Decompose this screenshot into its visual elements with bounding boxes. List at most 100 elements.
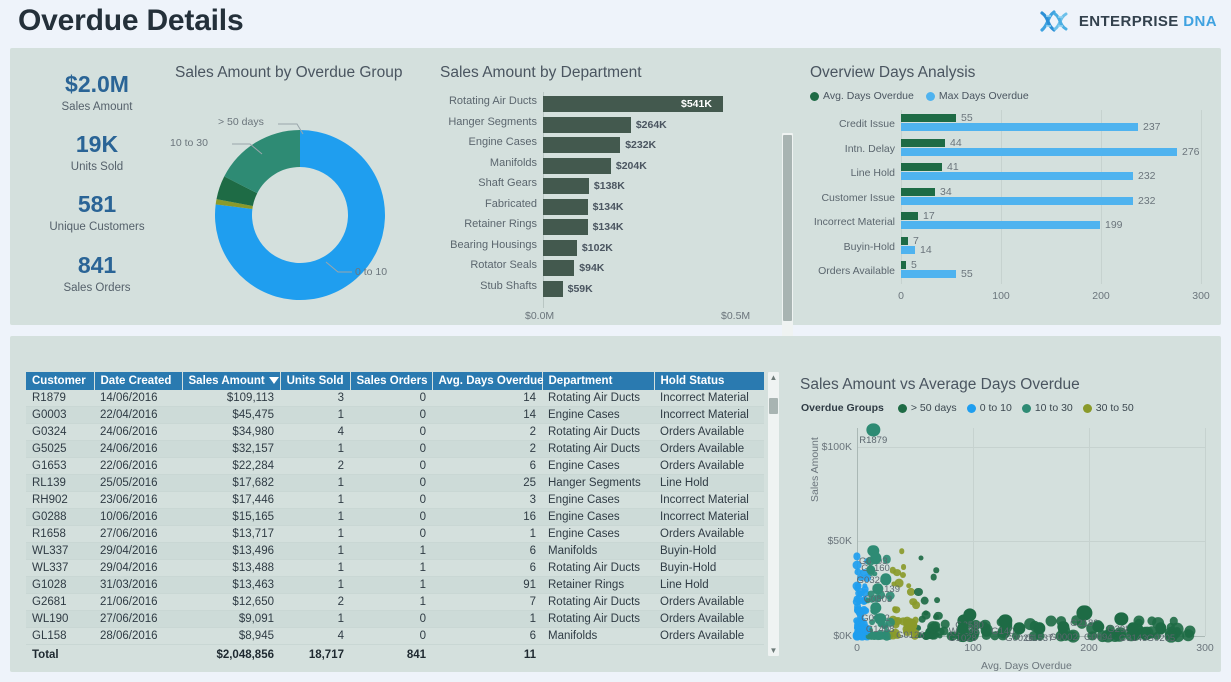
scatter-point[interactable] [866, 565, 876, 575]
legend-item-10-to-30[interactable]: 10 to 30 [1021, 402, 1073, 414]
table-scrollbar[interactable]: ▲ ▼ [768, 372, 779, 656]
scatter-point[interactable] [914, 588, 923, 597]
table-row[interactable]: R1879 14/06/2016 $109,113 3 0 14 Rotating Air … [26, 390, 764, 407]
scatter-point[interactable] [934, 596, 941, 603]
department-bar-row[interactable]: Stub Shafts $59K [480, 280, 723, 297]
donut-svg[interactable] [205, 120, 395, 310]
table-row[interactable]: WL190 27/06/2016 $9,091 1 0 1 Rotating Air Duc… [26, 610, 764, 628]
department-bar[interactable] [543, 116, 631, 133]
column-header-customer[interactable]: Customer [26, 372, 95, 390]
legend-item-30-to-50[interactable]: 30 to 50 [1082, 402, 1134, 414]
scatter-point[interactable] [1013, 622, 1026, 635]
table-row[interactable]: G0288 10/06/2016 $15,165 1 0 16 Engine Cases In… [26, 508, 764, 526]
table-row[interactable]: G5025 24/06/2016 $32,157 1 0 2 Rotating Air Du… [26, 440, 764, 458]
kpi-card-units-sold[interactable]: 19K Units Sold [22, 131, 172, 173]
scatter-point[interactable] [899, 548, 905, 555]
scatter-point[interactable] [930, 621, 941, 631]
table-row[interactable]: RL139 25/05/2016 $17,682 1 0 25 Hanger Segment… [26, 474, 764, 492]
column-header-sales-orders[interactable]: Sales Orders [350, 372, 433, 390]
scatter-point[interactable] [853, 595, 861, 603]
chart-legend[interactable]: Avg. Days Overdue Max Days Overdue [810, 90, 1029, 102]
scatter-point[interactable] [932, 613, 939, 620]
scroll-down-icon[interactable]: ▼ [768, 645, 779, 656]
legend-item-0-to-10[interactable]: 0 to 10 [966, 402, 1012, 414]
table-row[interactable]: G0003 22/04/2016 $45,475 1 0 14 Engine Cases In… [26, 406, 764, 424]
column-header-sales-amount[interactable]: Sales Amount [182, 372, 281, 390]
scatter-point[interactable] [880, 573, 892, 585]
table-row[interactable]: WL337 29/04/2016 $13,488 1 1 6 Rotating Air Du… [26, 559, 764, 577]
scrollbar-thumb[interactable] [769, 398, 778, 414]
bar-chart-overview-days-analysis[interactable]: Overview Days Analysis Avg. Days Overdue… [805, 58, 1225, 320]
avg-days-bar[interactable] [901, 114, 956, 122]
scatter-point[interactable] [933, 567, 939, 574]
scatter-point[interactable] [930, 573, 937, 581]
scroll-up-icon[interactable]: ▲ [768, 372, 779, 383]
department-bar-row[interactable]: Manifolds $204K [490, 157, 723, 174]
department-bar-row[interactable]: Fabricated $134K [485, 198, 723, 215]
legend-item-max-days-overdue[interactable]: Max Days Overdue [925, 90, 1029, 102]
column-header-department[interactable]: Department [542, 372, 655, 390]
avg-days-bar[interactable] [901, 163, 942, 171]
scatter-point[interactable] [900, 563, 907, 570]
scatter-point[interactable] [920, 596, 930, 606]
max-days-bar[interactable] [901, 245, 915, 254]
department-bar[interactable] [543, 157, 611, 174]
column-header-date-created[interactable]: Date Created [94, 372, 183, 390]
scatter-point[interactable] [1045, 615, 1057, 627]
avg-days-bar[interactable] [901, 236, 908, 245]
kpi-card-sales-amount[interactable]: $2.0M Sales Amount [22, 71, 172, 113]
donut-chart-sales-by-overdue-group[interactable]: Sales Amount by Overdue Group > 50 days … [170, 58, 430, 318]
max-days-bar[interactable] [901, 221, 1100, 229]
table-row[interactable]: WL337 29/04/2016 $13,496 1 1 6 Manifolds Buyin-… [26, 542, 764, 560]
legend-item-avg-days-overdue[interactable]: Avg. Days Overdue [810, 90, 914, 102]
table-row[interactable]: G1028 31/03/2016 $13,463 1 1 91 Retainer Rings… [26, 576, 764, 594]
department-bar[interactable] [543, 178, 589, 194]
overdue-details-table[interactable]: Customer Date Created Sales Amount Units… [26, 372, 764, 662]
overview-days-scrollbar[interactable] [782, 133, 793, 338]
max-days-bar[interactable] [901, 196, 1133, 205]
bar-chart-sales-by-department[interactable]: Sales Amount by Department Rotating Air … [435, 58, 765, 322]
table-row[interactable]: G2681 21/06/2016 $12,650 2 1 7 Rotating Air Du… [26, 593, 764, 611]
scatter-point[interactable] [861, 585, 869, 593]
department-bar-row[interactable]: Engine Cases $232K [469, 136, 723, 153]
max-days-bar[interactable] [901, 123, 1138, 131]
scatter-point[interactable] [869, 601, 882, 614]
department-bar[interactable] [543, 260, 575, 276]
max-days-bar[interactable] [901, 147, 1177, 156]
scrollbar-thumb[interactable] [783, 135, 792, 321]
legend-item-gt-50-days[interactable]: > 50 days [897, 402, 957, 414]
scatter-point[interactable] [912, 600, 920, 609]
department-bar[interactable] [543, 219, 588, 235]
column-header-hold-status[interactable]: Hold Status [654, 372, 764, 390]
avg-days-bar[interactable] [901, 212, 918, 220]
max-days-bar[interactable] [901, 172, 1133, 180]
table-cell-avg_days_overdue: 7 [432, 593, 542, 611]
avg-days-bar[interactable] [901, 138, 945, 147]
avg-days-bar[interactable] [901, 261, 906, 269]
department-bar[interactable] [543, 239, 577, 256]
scatter-point[interactable] [918, 555, 924, 561]
scatter-chart-sales-vs-avg-days-overdue[interactable]: Sales Amount vs Average Days Overdue Ove… [795, 372, 1220, 672]
table-row[interactable]: RH902 23/06/2016 $17,446 1 0 3 Engine Cases Inc… [26, 491, 764, 509]
avg-days-bar[interactable] [901, 187, 935, 196]
table-row[interactable]: G0324 24/06/2016 $34,980 4 0 2 Rotating Air Du… [26, 423, 764, 441]
max-days-bar[interactable] [901, 270, 956, 278]
column-header-units-sold[interactable]: Units Sold [280, 372, 351, 390]
department-bar[interactable] [543, 280, 563, 297]
department-bar[interactable] [543, 137, 621, 153]
department-bar-row[interactable]: Retainer Rings $134K [464, 218, 723, 235]
department-bar-row[interactable]: Rotator Seals $94K [470, 259, 723, 276]
kpi-card-sales-orders[interactable]: 841 Sales Orders [22, 252, 172, 294]
department-bar-row[interactable]: Bearing Housings $102K [450, 239, 723, 256]
table-row[interactable]: G1653 22/06/2016 $22,284 2 0 6 Engine Cases Ord… [26, 457, 764, 475]
department-bar[interactable] [543, 198, 588, 215]
table-row[interactable]: GL158 28/06/2016 $8,945 4 0 6 Manifolds Orders … [26, 627, 764, 645]
kpi-card-unique-customers[interactable]: 581 Unique Customers [22, 191, 172, 233]
department-bar-row[interactable]: Hanger Segments $264K [448, 116, 723, 133]
scatter-point[interactable] [891, 606, 898, 613]
table-row[interactable]: R1658 27/06/2016 $13,717 1 0 1 Engine Cases Ord… [26, 525, 764, 543]
department-bar-row[interactable]: Rotating Air Ducts $541K [449, 95, 723, 112]
column-header-avg-days-overdue[interactable]: Avg. Days Overdue [432, 372, 544, 390]
chart-legend[interactable]: Overdue Groups > 50 days 0 to 10 10 to 3… [801, 402, 1134, 414]
department-bar-row[interactable]: Shaft Gears $138K [478, 177, 723, 194]
